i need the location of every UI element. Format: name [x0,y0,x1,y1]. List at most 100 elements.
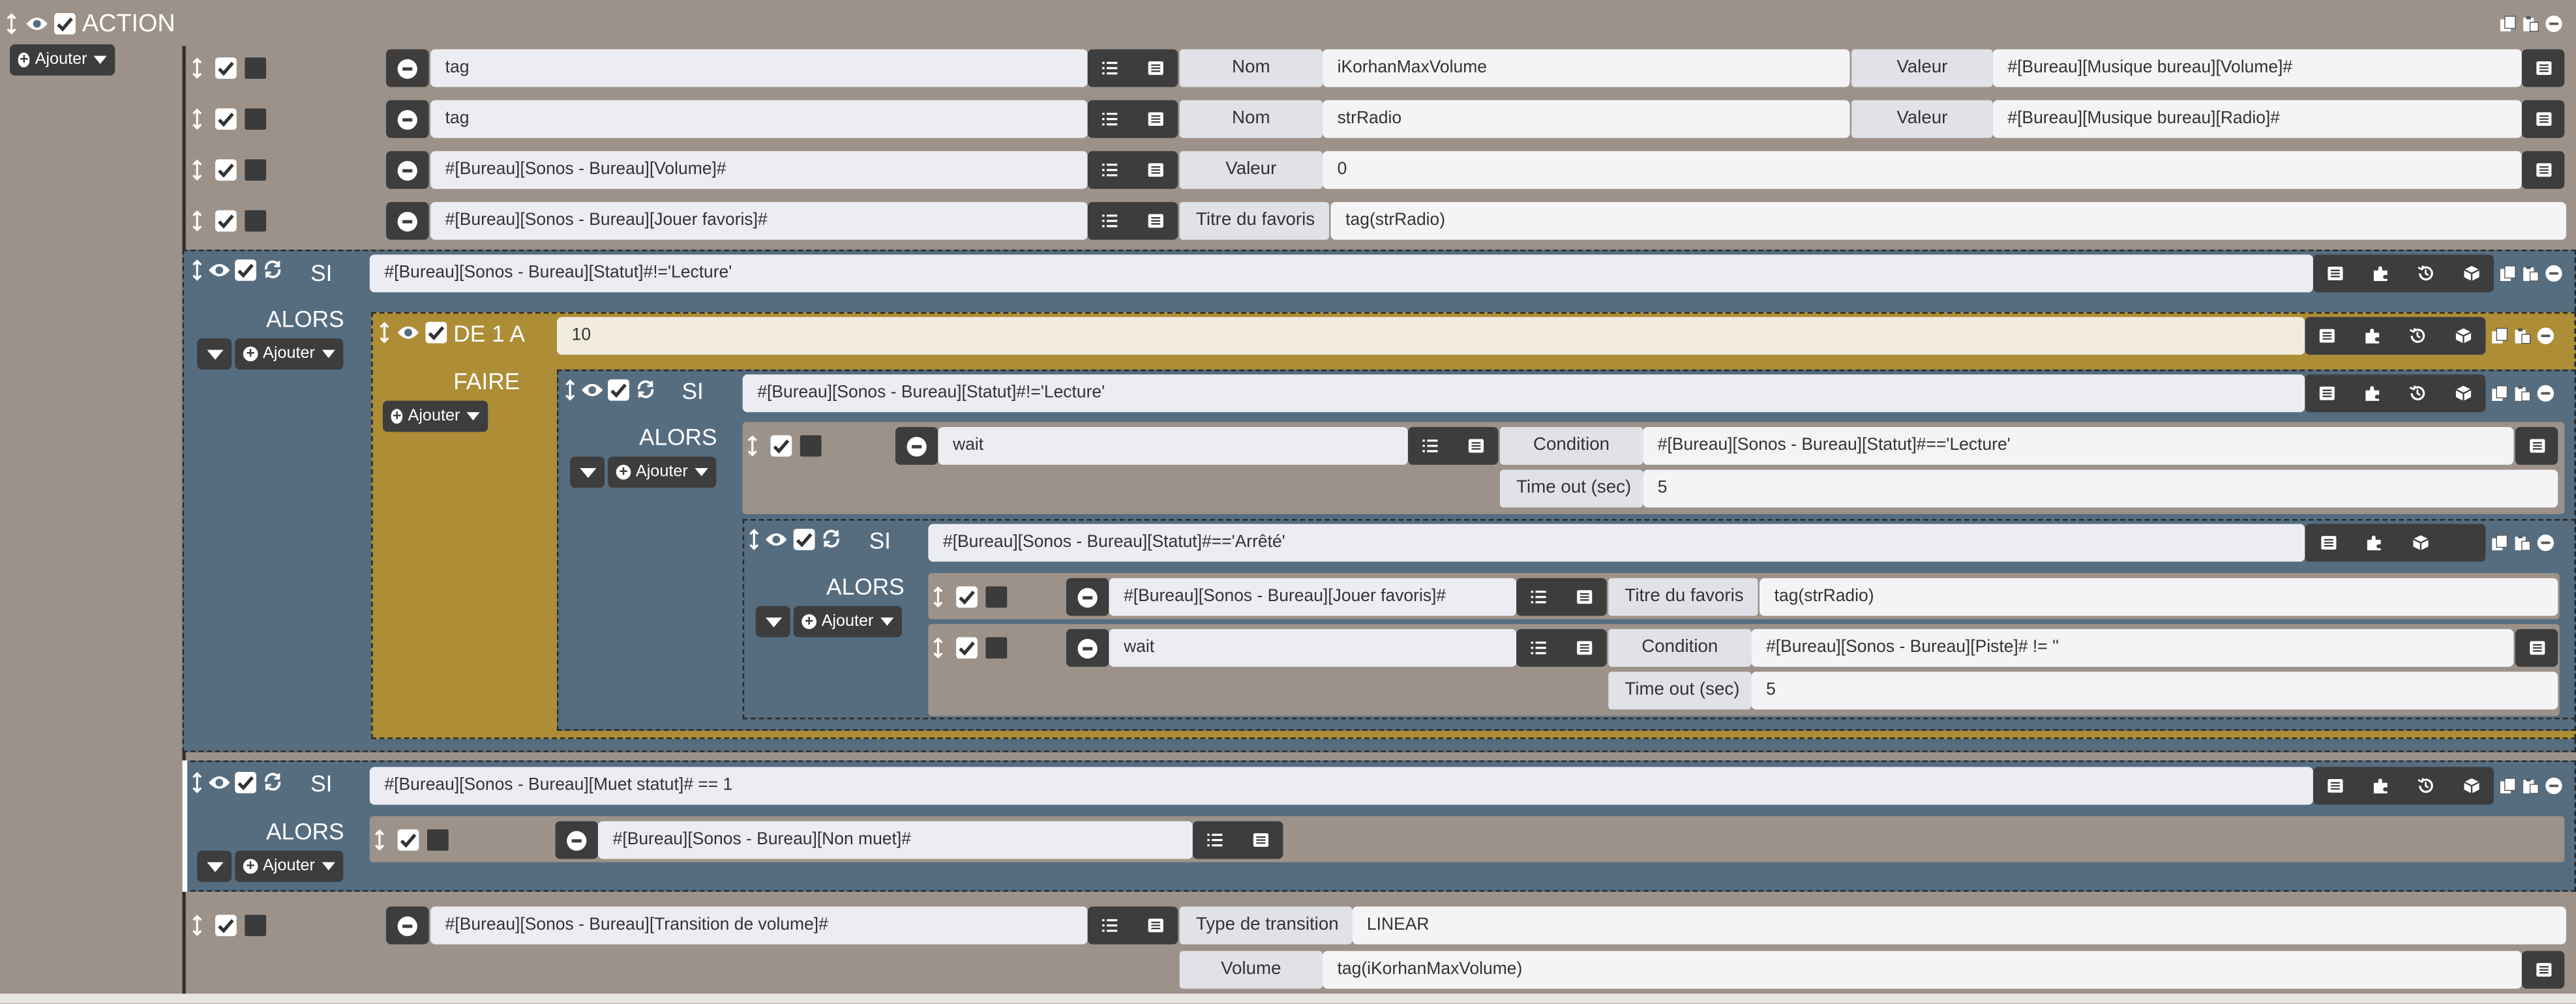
list-icon[interactable] [1088,50,1133,87]
option-input[interactable]: tag(iKorhanMaxVolume) [1322,951,2522,989]
puzzle-icon[interactable] [2350,317,2395,355]
card-icon[interactable] [2313,767,2358,805]
parallel-checkbox[interactable] [985,637,1008,659]
remove-button[interactable] [1066,628,1109,667]
paste-icon[interactable] [2513,534,2532,552]
sync-icon[interactable] [636,379,655,399]
paste-icon[interactable] [2522,265,2540,283]
list-icon[interactable] [1408,427,1453,465]
enable-checkbox[interactable] [608,379,629,401]
card-icon[interactable] [1133,151,1178,189]
history-icon[interactable] [2395,317,2440,355]
remove-button[interactable] [555,821,598,859]
remove-button[interactable] [385,49,429,87]
loop-count-input[interactable]: 10 [556,317,2305,355]
option-input[interactable]: iKorhanMaxVolume [1322,49,1850,87]
list-icon[interactable] [1516,578,1561,616]
card-icon[interactable] [1133,202,1178,240]
copy-icon[interactable] [2499,265,2517,283]
history-icon[interactable] [2395,374,2440,412]
drag-handle-icon[interactable] [192,57,202,79]
paste-icon[interactable] [2513,327,2532,345]
enable-checkbox[interactable] [215,159,237,181]
remove-icon[interactable] [2545,15,2563,33]
option-input[interactable]: tag(strRadio) [1330,201,2566,240]
enable-checkbox[interactable] [235,771,256,793]
card-icon[interactable] [2305,374,2350,412]
copy-icon[interactable] [2491,534,2509,552]
enable-checkbox[interactable] [770,435,792,457]
option-input[interactable]: LINEAR [1352,906,2566,945]
card-icon[interactable] [2515,426,2558,465]
sync-icon[interactable] [263,259,282,279]
collapse-button[interactable] [755,606,790,638]
option-input[interactable]: strRadio [1322,100,1850,138]
list-icon[interactable] [1088,907,1133,945]
puzzle-icon[interactable] [2358,767,2403,805]
list-icon[interactable] [1088,151,1133,189]
enable-checkbox[interactable] [215,57,237,79]
remove-button[interactable] [385,201,429,240]
add-button[interactable]: + Ajouter [608,456,717,488]
card-icon[interactable] [1238,821,1283,859]
parallel-checkbox[interactable] [245,915,267,936]
option-input[interactable]: 5 [1643,469,2558,508]
command-input[interactable]: wait [1109,628,1517,667]
condition-input[interactable]: #[Bureau][Sonos - Bureau][Muet statut]# … [369,767,2313,805]
command-input[interactable]: wait [938,426,1408,465]
command-input[interactable]: #[Bureau][Sonos - Bureau][Transition de … [430,906,1088,945]
option-input[interactable]: 0 [1322,151,2522,189]
option-input[interactable]: 5 [1751,672,2558,710]
drag-handle-icon[interactable] [933,637,943,658]
drag-handle-icon[interactable] [749,529,759,550]
remove-icon[interactable] [2545,777,2563,795]
card-icon[interactable] [2521,100,2565,138]
drag-handle-icon[interactable] [192,159,202,181]
copy-icon[interactable] [2499,777,2517,795]
cube-icon[interactable] [2440,374,2485,412]
command-input[interactable]: tag [430,49,1088,87]
option-input[interactable]: #[Bureau][Musique bureau][Volume]# [1992,49,2522,87]
copy-icon[interactable] [2499,15,2517,33]
cube-icon[interactable] [2449,254,2494,292]
copy-icon[interactable] [2491,327,2509,345]
eye-icon[interactable] [396,323,421,342]
drag-handle-icon[interactable] [192,772,202,793]
option-input[interactable]: tag(strRadio) [1759,578,2558,616]
puzzle-icon[interactable] [2351,524,2397,562]
drag-handle-icon[interactable] [192,108,202,130]
remove-button[interactable] [895,426,938,465]
enable-checkbox[interactable] [793,529,815,550]
paste-icon[interactable] [2522,777,2540,795]
card-icon[interactable] [1133,907,1178,945]
paste-icon[interactable] [2522,15,2540,33]
drag-handle-icon[interactable] [565,379,575,401]
remove-button[interactable] [385,151,429,189]
condition-input[interactable]: #[Bureau][Sonos - Bureau][Statut]#!='Lec… [369,254,2313,293]
drag-handle-icon[interactable] [380,322,389,344]
collapse-button[interactable] [197,338,232,370]
card-icon[interactable] [2521,951,2565,989]
command-input[interactable]: #[Bureau][Sonos - Bureau][Jouer favoris]… [1109,578,1517,616]
enable-checkbox[interactable] [215,915,237,936]
remove-icon[interactable] [2537,384,2555,402]
list-icon[interactable] [1088,202,1133,240]
cube-icon[interactable] [2449,767,2494,805]
card-icon[interactable] [1561,578,1606,616]
add-button[interactable]: + Ajouter [235,338,344,370]
puzzle-icon[interactable] [2350,374,2395,412]
enable-checkbox[interactable] [235,259,256,281]
collapse-button[interactable] [570,456,605,488]
drag-handle-icon[interactable] [374,829,384,851]
parallel-checkbox[interactable] [245,210,267,232]
remove-button[interactable] [385,906,429,945]
eye-icon[interactable] [764,531,788,549]
paste-icon[interactable] [2513,384,2532,402]
drag-handle-icon[interactable] [933,586,943,608]
option-input[interactable]: #[Bureau][Musique bureau][Radio]# [1992,100,2522,138]
puzzle-icon[interactable] [2358,254,2403,292]
remove-icon[interactable] [2537,327,2555,345]
drag-handle-icon[interactable] [7,13,16,35]
eye-icon[interactable] [207,261,232,280]
drag-handle-icon[interactable] [192,915,202,936]
